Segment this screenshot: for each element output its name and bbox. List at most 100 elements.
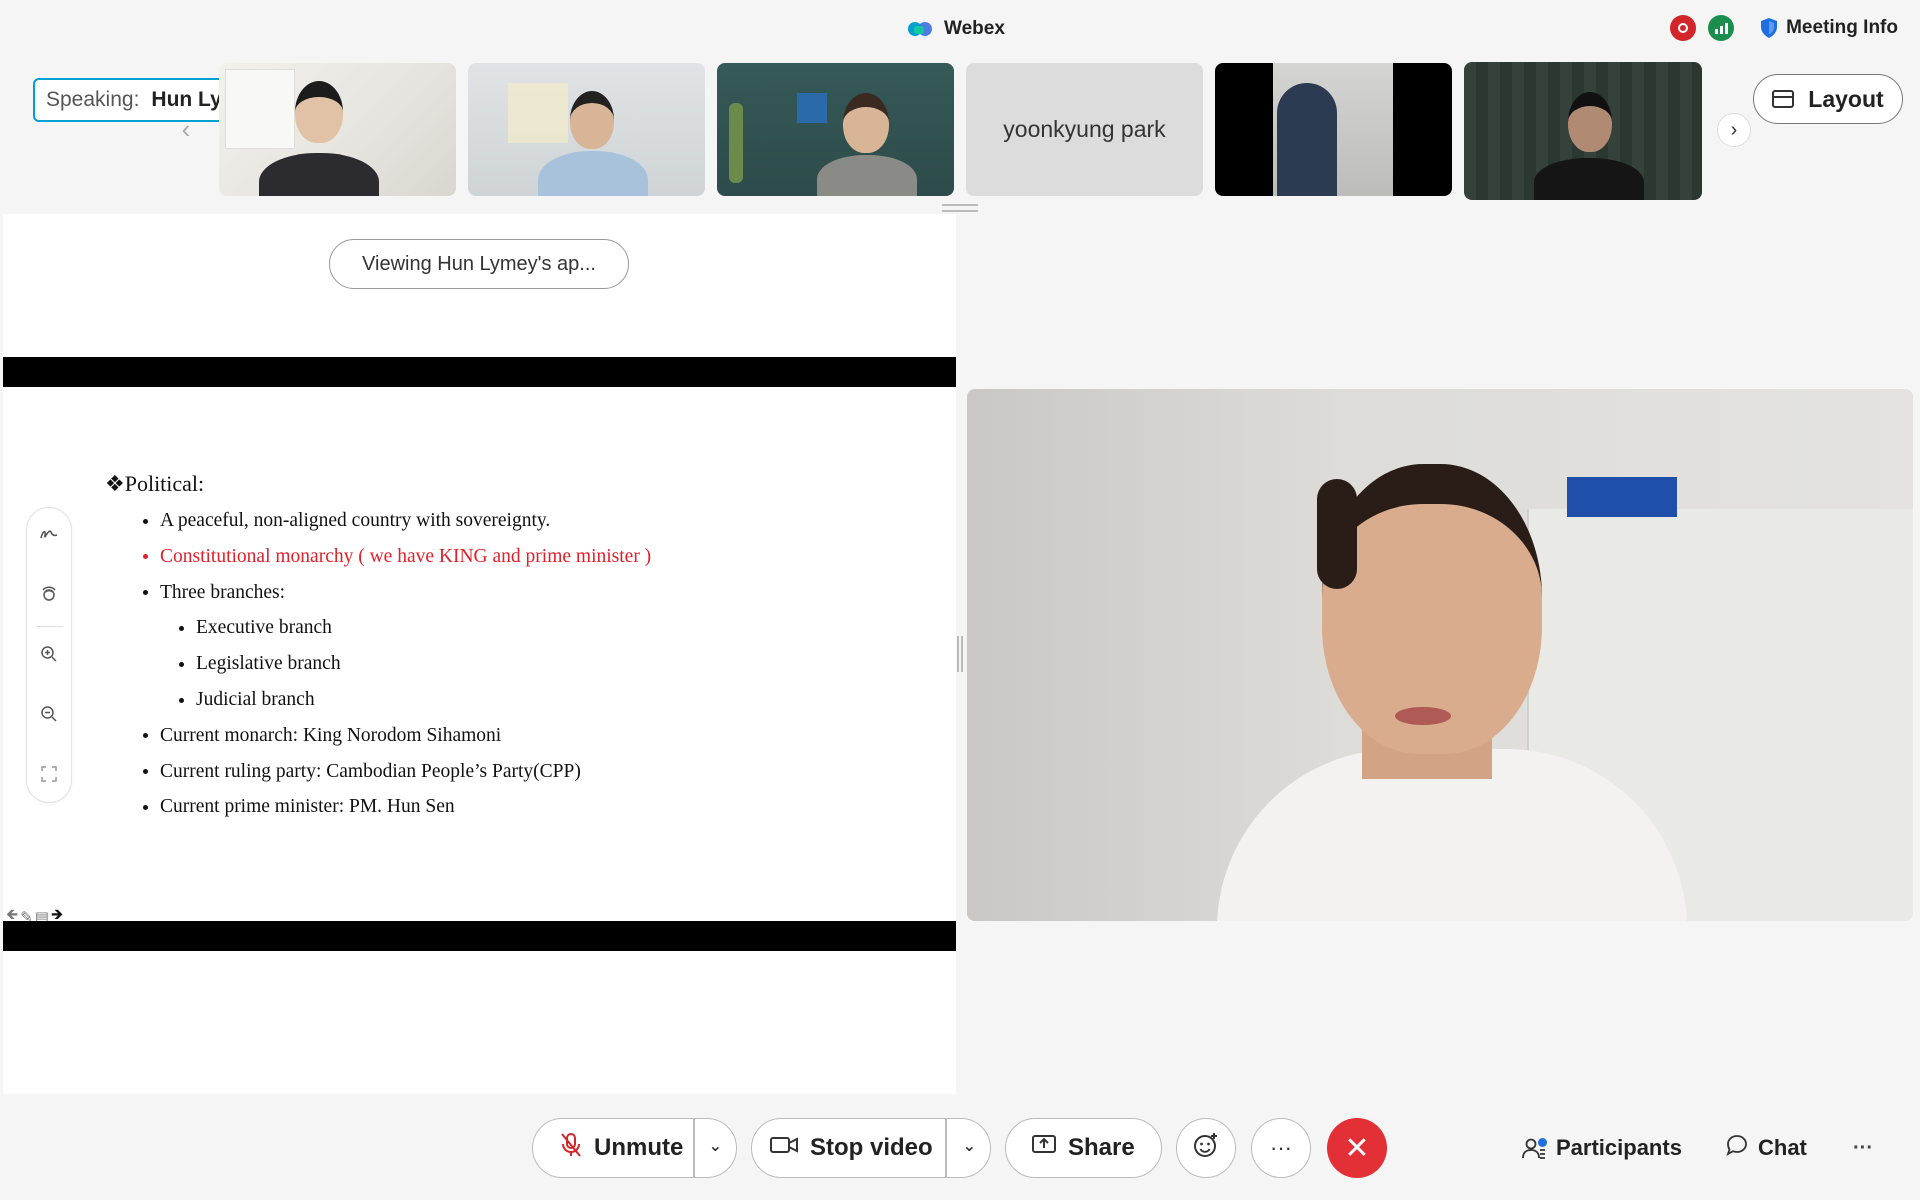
slide-bullet-item: Legislative branch [179,653,341,675]
speaking-key: Speaking: [46,88,140,111]
bullet-text: Constitutional monarchy ( we have KING a… [160,545,652,567]
meeting-controls-toolbar: Unmute ⌄ Stop video ⌄ Share ··· ✕ Partic… [0,1094,1920,1200]
participants-icon [1522,1136,1547,1160]
bullet-text: Current ruling party: Cambodian People’s… [160,760,581,782]
shield-icon [1760,17,1778,39]
share-button[interactable]: Share [1005,1118,1162,1178]
remote-control-icon[interactable] [35,580,63,608]
share-label: Share [1068,1134,1135,1161]
slide-bullet-item: Current monarch: King Norodom Sihamoni [143,725,501,747]
smiley-plus-icon [1192,1131,1220,1165]
letterbox-bottom [3,921,956,951]
annotation-toolbar [26,507,72,803]
participant-tile-no-video[interactable]: yoonkyung park [966,63,1203,196]
bullet-dot [143,590,148,596]
viewing-label: Viewing Hun Lymey's ap... [362,252,596,275]
slide-bullet-item: Three branches: [143,582,285,604]
participant-body [1534,158,1644,200]
fit-screen-icon[interactable] [35,760,63,788]
bullet-dot [179,697,184,703]
participant-head [570,91,614,149]
speaker-hair [1317,479,1357,589]
zoom-out-icon[interactable] [35,700,63,728]
overflow-menu-button[interactable]: ··· [1853,1130,1873,1166]
leave-meeting-button[interactable]: ✕ [1327,1118,1387,1178]
participant-head [843,93,889,153]
bullet-dot [143,733,148,739]
participants-label: Participants [1556,1135,1682,1160]
chat-button[interactable]: Chat [1726,1130,1807,1166]
participant-head [1568,92,1612,152]
participant-video-tile[interactable] [1215,63,1452,196]
wall-notes [508,83,568,143]
split-divider [693,1119,695,1177]
plant [729,103,743,183]
chat-label: Chat [1758,1135,1807,1160]
layout-button[interactable]: Layout [1753,74,1903,124]
speaker-mouth [1395,707,1451,725]
participant-name: yoonkyung park [1003,116,1166,142]
participant-body [538,151,648,196]
chevron-right-icon[interactable]: › [1717,113,1751,147]
title-bar: Webex Meeting Info [0,0,1920,58]
zoom-in-icon[interactable] [35,640,63,668]
slide-bullet-item: A peaceful, non-aligned country with sov… [143,510,550,532]
meeting-info-button[interactable]: Meeting Info [1760,17,1898,39]
recording-icon[interactable] [1670,15,1697,41]
active-speaker-video[interactable] [967,389,1913,921]
stop-video-button[interactable]: Stop video ⌄ [751,1118,991,1178]
network-stats-icon[interactable] [1708,15,1735,41]
viewing-app-pill[interactable]: Viewing Hun Lymey's ap... [329,239,629,289]
stop-video-label: Stop video [810,1134,933,1161]
participant-body [1277,83,1337,196]
filmstrip-resize-handle[interactable] [942,204,978,212]
slide-bullet-item: Current ruling party: Cambodian People’s… [143,761,581,783]
participants-button[interactable]: Participants [1522,1130,1682,1166]
share-screen-icon [1032,1134,1056,1162]
chat-bubble-icon [1726,1134,1748,1162]
bullet-text: Current monarch: King Norodom Sihamoni [160,724,502,746]
split-resize-handle[interactable] [957,636,963,672]
annotate-icon[interactable] [35,520,63,548]
close-icon: ✕ [1344,1131,1370,1165]
split-divider [945,1119,947,1177]
bullet-text: Current prime minister: PM. Hun Sen [160,796,455,818]
slide-bullet-item: Current prime minister: PM. Hun Sen [143,796,455,818]
meeting-info-label: Meeting Info [1786,17,1898,38]
slide-bullet-item: Executive branch [179,617,332,639]
bullet-text: A peaceful, non-aligned country with sov… [160,510,551,531]
participant-video-tile[interactable] [1464,62,1702,200]
slide-bullet-item: Judicial branch [179,689,315,711]
bullet-dot [143,554,148,560]
webex-logo [908,20,934,38]
chevron-down-icon[interactable]: ⌄ [963,1136,976,1156]
chevron-down-icon[interactable]: ⌄ [709,1136,722,1156]
layout-label: Layout [1808,85,1884,112]
notification-dot [1538,1138,1547,1147]
participant-video-tile[interactable] [468,63,705,196]
bullet-dot [143,804,148,810]
participant-video-tile[interactable] [219,63,456,196]
participant-video-tile[interactable] [717,63,954,196]
unmute-button[interactable]: Unmute ⌄ [532,1118,737,1178]
reactions-button[interactable] [1176,1118,1236,1178]
bullet-text: Legislative branch [196,653,341,675]
mic-off-icon [560,1132,582,1165]
wall-picture [797,93,827,123]
app-title-text: Webex [944,18,1005,39]
more-options-button[interactable]: ··· [1251,1118,1311,1178]
tool-separator [37,626,63,627]
shared-content-pane: Viewing Hun Lymey's ap... ❖Political: A … [3,214,956,1094]
letterbox-top [3,357,956,387]
video-camera-icon [770,1134,798,1162]
unmute-label: Unmute [594,1134,684,1161]
participant-body [259,153,379,196]
layout-icon [1772,90,1795,108]
presentation-slide: ❖Political: A peaceful, non-aligned coun… [3,387,956,926]
chevron-left-icon[interactable]: ‹ [176,114,196,144]
app-title: Webex [908,14,1005,44]
more-label: ··· [1270,1135,1292,1160]
bullet-text: Three branches: [160,581,286,603]
bullet-text: Judicial branch [196,689,315,710]
slide-bullet-item: Constitutional monarchy ( we have KING a… [143,546,651,568]
